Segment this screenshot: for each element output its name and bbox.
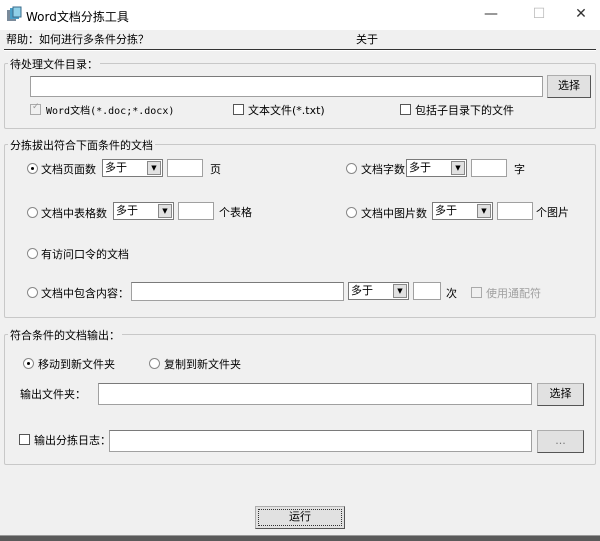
table-count-input[interactable] (178, 202, 214, 220)
output-folder-input[interactable] (98, 383, 532, 405)
password-label: 有访问口令的文档 (41, 248, 129, 261)
criteria-legend: 分拣拔出符合下面条件的文档 (8, 137, 155, 153)
output-choose-button[interactable]: 选择 (537, 383, 584, 406)
close-button[interactable]: ✕ (566, 4, 596, 24)
page-count-op-value: 多于 (105, 161, 127, 174)
menu-about[interactable]: 关于 (356, 31, 378, 47)
page-count-unit: 页 (210, 163, 221, 176)
chevron-down-icon: ▼ (158, 204, 172, 218)
log-path-input[interactable] (109, 430, 532, 452)
word-count-label: 文档字数 (361, 163, 405, 176)
image-count-label: 文档中图片数 (361, 207, 427, 220)
image-count-op-select[interactable]: 多于 ▼ (432, 202, 493, 220)
wildcard-label: 使用通配符 (486, 287, 541, 300)
chevron-down-icon: ▼ (393, 284, 407, 298)
image-count-unit: 个图片 (536, 206, 569, 219)
table-count-unit: 个表格 (219, 206, 252, 219)
image-count-op-value: 多于 (435, 204, 457, 217)
include-subdirs-label: 包括子目录下的文件 (415, 104, 514, 117)
run-button[interactable]: 运行 (255, 506, 345, 529)
page-count-op-select[interactable]: 多于 ▼ (102, 159, 163, 177)
password-radio[interactable] (27, 248, 38, 259)
app-icon (6, 6, 22, 22)
contains-label: 文档中包含内容： (41, 287, 129, 300)
image-count-radio[interactable] (346, 207, 357, 218)
log-label: 输出分拣日志： (34, 434, 111, 447)
minimize-button[interactable]: — (476, 4, 506, 24)
copy-label: 复制到新文件夹 (164, 358, 241, 371)
chevron-down-icon: ▼ (451, 161, 465, 175)
word-count-input[interactable] (471, 159, 507, 177)
menu-help[interactable]: 帮助：如何进行多条件分拣？ (6, 31, 149, 47)
window-title: Word文档分拣工具 (26, 10, 129, 24)
bottom-taskbar-strip (0, 535, 600, 541)
source-path-input[interactable] (30, 76, 543, 97)
include-subdirs-checkbox[interactable] (400, 104, 411, 115)
copy-radio[interactable] (149, 358, 160, 369)
source-legend: 待处理文件目录： (8, 56, 100, 72)
text-files-label: 文本文件(*.txt) (248, 104, 325, 117)
page-count-radio[interactable] (27, 163, 38, 174)
table-count-label: 文档中表格数 (41, 207, 107, 220)
wildcard-checkbox[interactable] (471, 287, 482, 298)
page-count-label: 文档页面数 (41, 163, 96, 176)
log-browse-button[interactable]: ... (537, 430, 584, 453)
image-count-input[interactable] (497, 202, 533, 220)
contains-radio[interactable] (27, 287, 38, 298)
maximize-button[interactable]: ☐ (524, 4, 554, 24)
word-docs-label: Word文档(*.doc;*.docx) (46, 106, 175, 117)
contains-op-value: 多于 (351, 284, 373, 297)
table-count-op-value: 多于 (116, 204, 138, 217)
word-count-op-select[interactable]: 多于 ▼ (406, 159, 467, 177)
chevron-down-icon: ▼ (477, 204, 491, 218)
word-count-op-value: 多于 (409, 161, 431, 174)
word-docs-checkbox[interactable]: ✓ (30, 102, 41, 115)
table-count-radio[interactable] (27, 207, 38, 218)
output-folder-label: 输出文件夹： (20, 388, 86, 401)
move-label: 移动到新文件夹 (38, 358, 115, 371)
menu-separator (4, 49, 596, 51)
page-count-input[interactable] (167, 159, 203, 177)
contains-unit: 次 (446, 287, 457, 300)
move-radio[interactable] (23, 358, 34, 369)
table-count-op-select[interactable]: 多于 ▼ (113, 202, 174, 220)
contains-count-input[interactable] (413, 282, 441, 300)
log-checkbox[interactable] (19, 434, 30, 445)
word-count-unit: 字 (514, 163, 525, 176)
source-choose-button[interactable]: 选择 (547, 75, 591, 98)
word-count-radio[interactable] (346, 163, 357, 174)
text-files-checkbox[interactable] (233, 104, 244, 115)
contains-op-select[interactable]: 多于 ▼ (348, 282, 409, 300)
output-legend: 符合条件的文档输出： (8, 327, 122, 343)
contains-text-input[interactable] (131, 282, 344, 301)
chevron-down-icon: ▼ (147, 161, 161, 175)
